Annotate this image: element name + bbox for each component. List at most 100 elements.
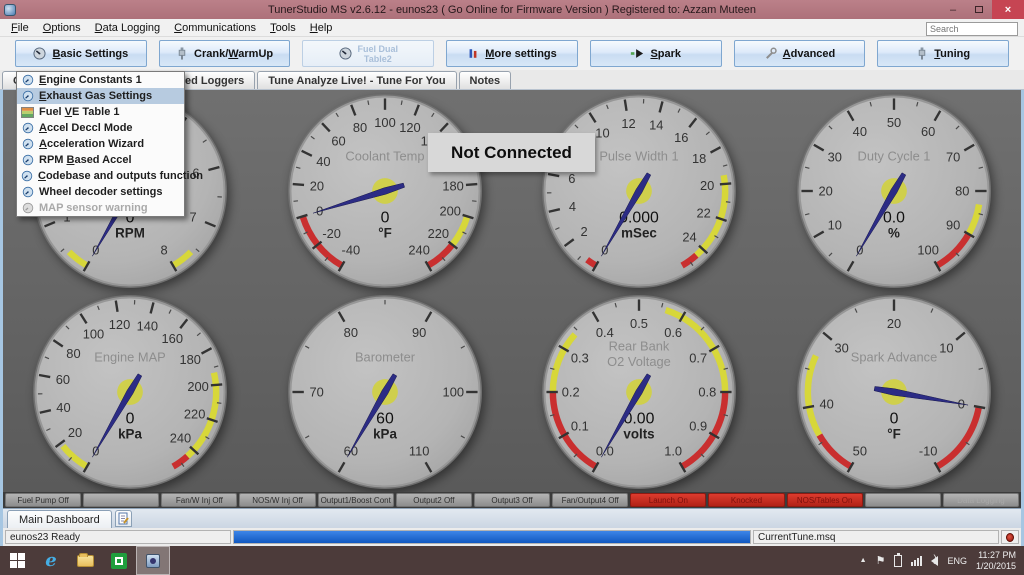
toolbar-tuning-button[interactable]: Tuning (877, 40, 1010, 67)
menu-item-acceleration-wizard[interactable]: Acceleration Wizard (17, 136, 184, 152)
gauge-unit: °F (378, 225, 392, 240)
network-signal-icon[interactable] (911, 555, 923, 566)
menu-tools[interactable]: Tools (263, 22, 303, 34)
gauge-unit: mSec (621, 225, 657, 240)
svg-text:200: 200 (188, 378, 209, 393)
svg-text:240: 240 (170, 430, 191, 445)
menu-help[interactable]: Help (303, 22, 340, 34)
svg-text:14: 14 (649, 117, 663, 132)
svg-text:120: 120 (399, 119, 420, 134)
menu-data-logging[interactable]: Data Logging (88, 22, 167, 34)
edit-dashboard-icon[interactable] (114, 510, 132, 527)
svg-text:220: 220 (427, 226, 448, 241)
gauge-pulse-width-1[interactable]: 024681012141618202224Pulse Width 10.000m… (512, 90, 767, 291)
hidden-icons-chevron-icon[interactable]: ▲ (860, 557, 867, 564)
svg-text:24: 24 (683, 229, 697, 244)
status-text: eunos23 Ready (5, 530, 231, 544)
toolbar-spark-button[interactable]: Spark (589, 40, 722, 67)
dashboard-tab-row: Main Dashboard (3, 508, 1021, 528)
toolbar-basic-settings-button[interactable]: Basic Settings (15, 40, 147, 67)
svg-text:0.2: 0.2 (562, 384, 580, 399)
tab-main-dashboard[interactable]: Main Dashboard (7, 510, 112, 528)
table-icon (21, 106, 34, 118)
tab-ed-loggers[interactable]: ed Loggers (174, 71, 256, 89)
gauge-title: Barometer (355, 349, 416, 364)
gauge-spark-advance[interactable]: -1001020304050Spark Advance0°F (767, 291, 1022, 492)
svg-text:100: 100 (374, 115, 395, 130)
svg-text:60: 60 (56, 371, 70, 386)
svg-text:10: 10 (596, 125, 610, 140)
svg-text:80: 80 (343, 325, 357, 340)
svg-text:0.3: 0.3 (571, 350, 589, 365)
menu-item-rpm-based-accel[interactable]: RPM Based Accel (17, 152, 184, 168)
sparkplug-icon (176, 47, 188, 60)
tab-notes[interactable]: Notes (458, 71, 512, 89)
toolbar-button-label: Tuning (934, 47, 971, 60)
menu-item-exhaust-gas-settings[interactable]: Exhaust Gas Settings (17, 88, 184, 104)
indicator-blank (864, 493, 941, 507)
gauge-title: Pulse Width 1 (600, 148, 679, 163)
menu-item-wheel-decoder-settings[interactable]: Wheel decoder settings (17, 184, 184, 200)
menu-communications[interactable]: Communications (167, 22, 263, 34)
svg-text:140: 140 (137, 318, 158, 333)
menu-item-codebase-and-outputs-function[interactable]: Codebase and outputs function (17, 168, 203, 184)
battery-icon[interactable] (894, 552, 903, 567)
tunerstudio-window: TunerStudio MS v2.6.12 - eunos23 ( Go On… (0, 0, 1024, 575)
menu-gauge-icon (21, 74, 34, 86)
tab-tune-analyze-live-tune-for-you[interactable]: Tune Analyze Live! - Tune For You (257, 71, 457, 89)
not-connected-banner: Not Connected (428, 133, 595, 172)
gauge-duty-cycle-1[interactable]: 0102030405060708090100Duty Cycle 10.0% (767, 90, 1022, 291)
warning-gauge-icon (21, 202, 34, 214)
gauge-unit: % (888, 225, 900, 240)
spark-arrow-icon (630, 48, 644, 59)
taskbar-store-icon[interactable] (102, 546, 136, 575)
toolbar-more-settings-button[interactable]: More settings (446, 40, 578, 67)
menu-item-accel-deccl-mode[interactable]: Accel Deccl Mode (17, 120, 184, 136)
clock-time: 11:27 PM (978, 549, 1016, 560)
wrench-icon (764, 47, 777, 60)
svg-text:100: 100 (442, 384, 463, 399)
current-tune-file: CurrentTune.msq (753, 530, 999, 544)
svg-text:70: 70 (946, 149, 960, 164)
taskbar-explorer-icon[interactable] (68, 546, 102, 575)
menu-item-label: Codebase and outputs function (38, 170, 204, 182)
svg-text:40: 40 (57, 399, 71, 414)
indicator-nos-tables-on: NOS/Tables On (786, 493, 863, 507)
restore-button[interactable] (966, 0, 992, 19)
action-center-flag-icon[interactable]: ⚑ (876, 554, 886, 567)
menu-file[interactable]: File (4, 22, 36, 34)
close-button[interactable]: × (992, 0, 1024, 19)
svg-text:0.8: 0.8 (699, 384, 717, 399)
svg-text:70: 70 (309, 384, 323, 399)
internet-explorer-icon: e (45, 550, 57, 571)
svg-text:180: 180 (180, 352, 201, 367)
svg-text:8: 8 (161, 242, 168, 257)
gauge-coolant-temp[interactable]: -40-20020406080100120140160180200220240C… (258, 90, 513, 291)
svg-text:0.5: 0.5 (630, 316, 648, 331)
menu-item-engine-constants-1[interactable]: Engine Constants 1 (17, 72, 184, 88)
clock[interactable]: 11:27 PM 1/20/2015 (976, 550, 1016, 572)
minimize-button[interactable]: – (940, 0, 966, 19)
gauge-engine-map[interactable]: 0 20 40 60 80100 120 140 160 180 200 220 240 Engine … (3, 291, 258, 492)
indicator-fuel-pump-off: Fuel Pump Off (5, 493, 82, 507)
start-button[interactable] (0, 546, 34, 575)
window-title: TunerStudio MS v2.6.12 - eunos23 ( Go On… (267, 3, 757, 16)
indicator-output3-off: Output3 Off (473, 493, 551, 507)
gauge-rear-bank-o2-voltage[interactable]: 0.00.10.20.30.40.50.60.70.80.91.0Rear Ba… (512, 291, 767, 492)
search-input[interactable] (926, 22, 1018, 36)
progress-fill (234, 531, 750, 543)
taskbar-tunerstudio-icon[interactable] (136, 546, 170, 575)
volume-icon[interactable] (931, 554, 939, 566)
toolbar-advanced-button[interactable]: Advanced (733, 40, 866, 67)
taskbar-ie-icon[interactable]: e (34, 546, 68, 575)
menu-options[interactable]: Options (36, 22, 88, 34)
gauge-barometer[interactable]: 60708090100110Barometer60kPa (258, 291, 513, 492)
language-indicator[interactable]: ENG (947, 556, 967, 566)
svg-text:80: 80 (955, 183, 969, 198)
menu-gauge-icon (21, 90, 34, 102)
toolbar-crank-warmup-button[interactable]: Crank/WarmUp (158, 40, 291, 67)
svg-text:20: 20 (309, 178, 323, 193)
menu-item-fuel-ve-table-1[interactable]: Fuel VE Table 1 (17, 104, 184, 120)
toolbar-button-label: Advanced (782, 47, 836, 60)
gauge-icon (338, 47, 352, 60)
